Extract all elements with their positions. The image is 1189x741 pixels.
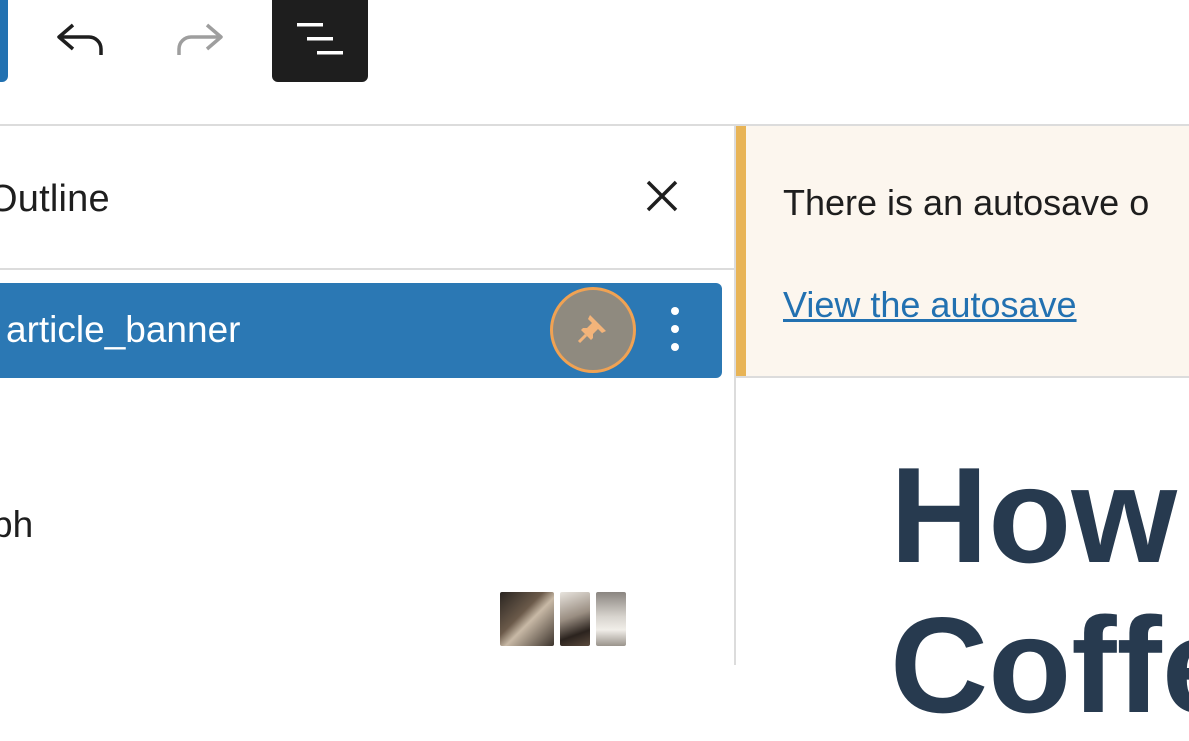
redo-button[interactable] — [160, 0, 240, 82]
undo-button[interactable] — [40, 0, 120, 82]
panel-title: Outline — [0, 178, 110, 220]
undo-icon — [53, 19, 107, 64]
post-title-line-2[interactable]: Coffe — [890, 590, 1189, 740]
list-item-selected[interactable]: article_banner — [0, 283, 722, 378]
redo-icon — [173, 19, 227, 64]
autosave-notice: There is an autosave o View the autosave — [736, 126, 1189, 376]
post-title[interactable]: How — [890, 440, 1177, 590]
close-icon — [645, 179, 679, 218]
toolbar-edge-button[interactable] — [0, 0, 8, 82]
panel-header: Outline — [0, 126, 734, 268]
view-autosave-link[interactable]: View the autosave — [783, 284, 1077, 326]
editor-toolbar — [0, 0, 1189, 124]
notice-divider — [736, 376, 1189, 378]
thumbnail-image — [500, 592, 554, 646]
list-item-label[interactable]: ph — [0, 504, 33, 546]
outline-panel: Outline article_banner ph — [0, 126, 734, 665]
notice-text: There is an autosave o — [783, 182, 1150, 223]
pin-icon — [576, 311, 610, 350]
thumbnail-image — [596, 592, 626, 646]
panel-divider — [0, 268, 734, 270]
close-panel-button[interactable] — [636, 172, 688, 224]
document-overview-button[interactable] — [272, 0, 368, 82]
notice-accent-bar — [736, 126, 746, 376]
block-options-button[interactable] — [655, 299, 695, 363]
more-vertical-icon — [670, 305, 680, 358]
thumbnail-image — [560, 592, 590, 646]
pin-button[interactable] — [550, 287, 636, 373]
list-item-label: article_banner — [6, 309, 241, 350]
list-view-icon — [293, 17, 347, 66]
